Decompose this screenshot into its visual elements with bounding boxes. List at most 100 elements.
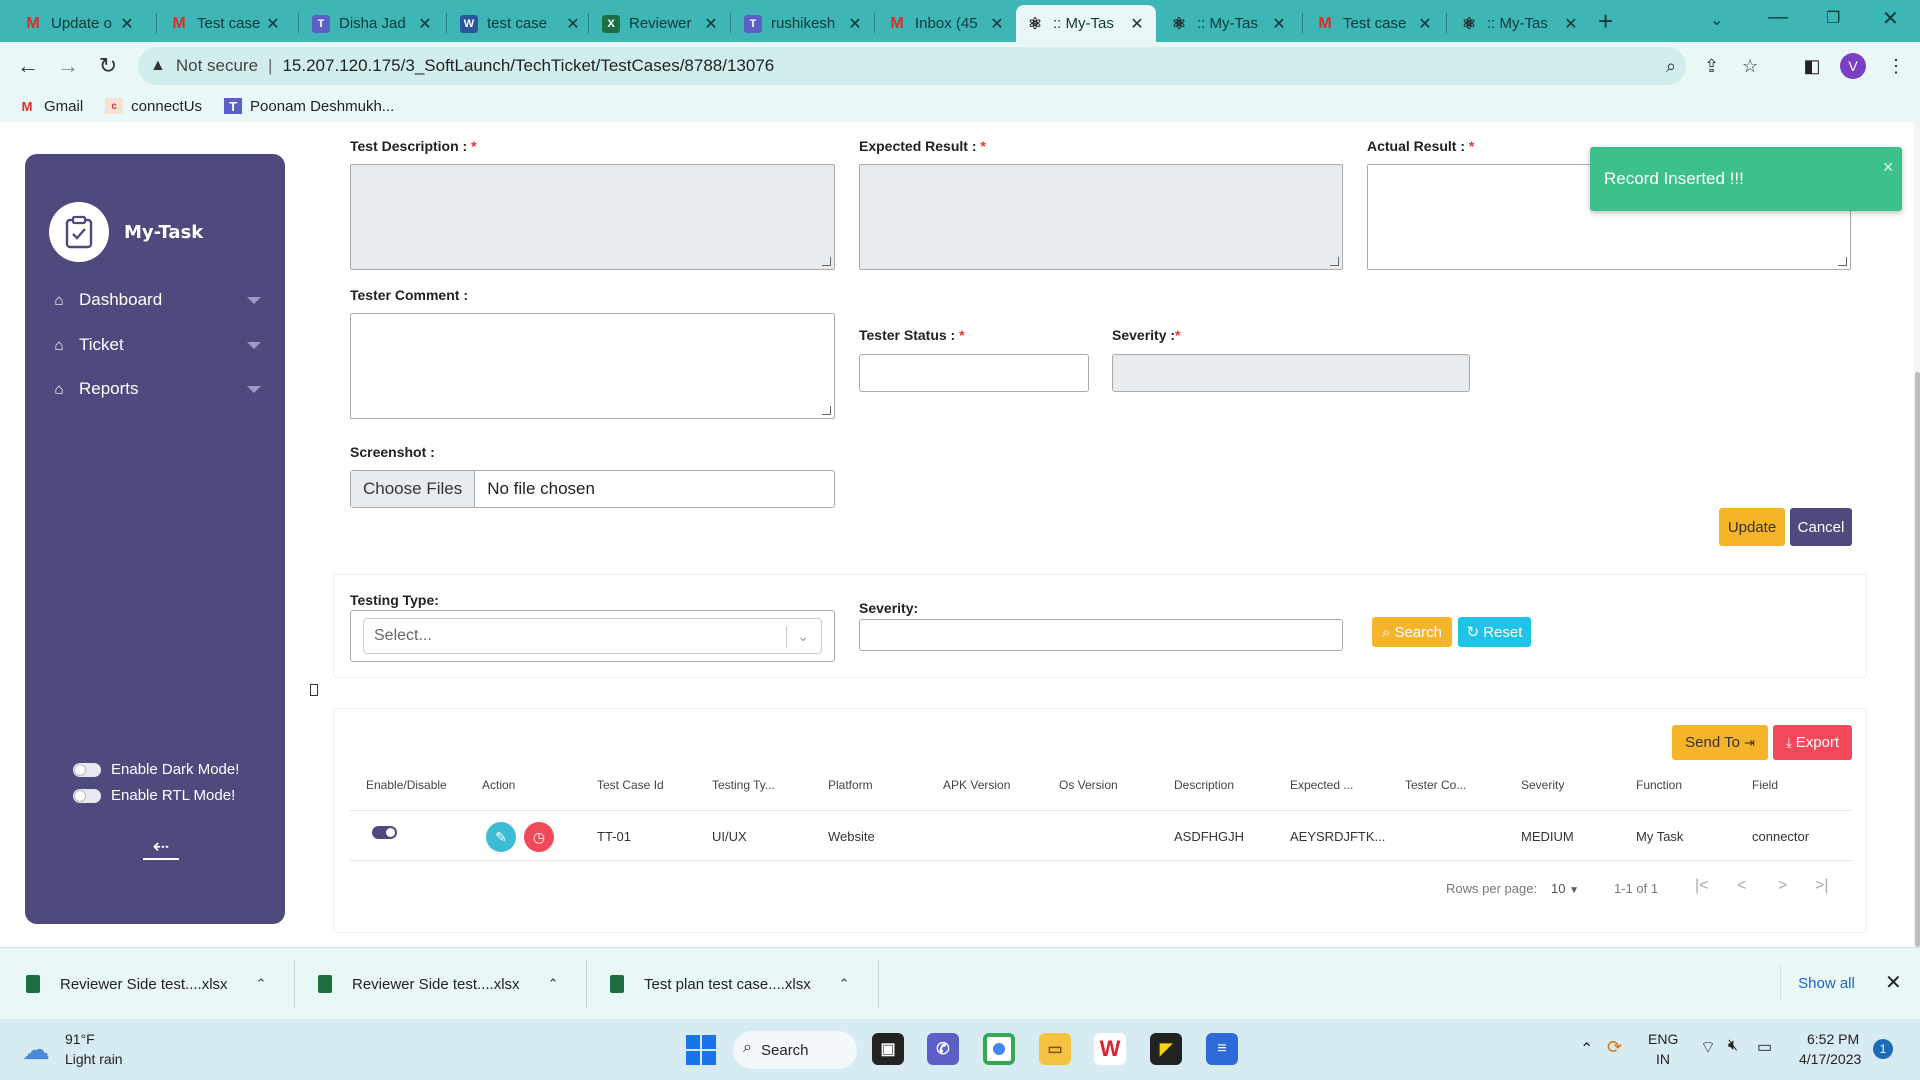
browser-tab[interactable]: T Disha Jad ✕ [302, 5, 444, 42]
bookmark-gmail[interactable]: M Gmail [18, 98, 84, 115]
chrome-icon[interactable] [983, 1033, 1015, 1065]
download-item[interactable]: Reviewer Side test....xlsx ⌃ [26, 962, 266, 1006]
address-bar[interactable]: ▲ Not secure | 15.207.120.175/3_SoftLaun… [138, 47, 1758, 85]
browser-tab[interactable]: T rushikesh ✕ [734, 5, 874, 42]
file-explorer-icon[interactable]: ▭ [1039, 1033, 1071, 1065]
close-icon[interactable]: ✕ [702, 14, 720, 34]
speaker-muted-icon[interactable]: 🔇︎ [1728, 1037, 1738, 1055]
close-icon[interactable]: ✕ [846, 14, 864, 34]
column-header[interactable]: Platform [828, 778, 873, 792]
wps-office-icon[interactable]: W [1094, 1033, 1126, 1065]
send-to-button[interactable]: Send To ⇥ [1672, 725, 1768, 760]
chevron-up-icon[interactable]: ⌃ [548, 976, 559, 992]
column-header[interactable]: Os Version [1059, 778, 1118, 792]
screenshot-file-input[interactable]: Choose Files No file chosen [350, 470, 835, 508]
scrollbar-thumb[interactable] [1915, 372, 1920, 947]
browser-tab[interactable]: M Update o ✕ [14, 5, 146, 42]
column-header[interactable]: Tester Co... [1405, 778, 1466, 792]
weather-description[interactable]: Light rain [65, 1051, 123, 1067]
severity-input[interactable] [1112, 354, 1470, 392]
column-header[interactable]: APK Version [943, 778, 1010, 792]
taskbar-search[interactable]: ⌕ Search [733, 1031, 857, 1069]
close-icon[interactable]: ✕ [1882, 159, 1894, 176]
browser-tab[interactable]: W test case ✕ [450, 5, 592, 42]
side-panel-icon[interactable]: ◧ [1796, 50, 1828, 82]
language-top[interactable]: ENG [1648, 1031, 1678, 1047]
chevron-up-icon[interactable]: ⌃ [839, 976, 850, 992]
sidebar-item-dashboard[interactable]: ⌂ Dashboard [49, 285, 265, 315]
sync-icon[interactable]: ⟳ [1607, 1037, 1622, 1058]
browser-tab[interactable]: M Test case ✕ [1306, 5, 1444, 42]
update-button[interactable]: Update [1719, 508, 1785, 546]
test-description-textarea[interactable] [350, 164, 835, 270]
close-icon[interactable]: ✕ [988, 14, 1006, 34]
reload-icon[interactable]: ↻ [92, 50, 124, 82]
column-header[interactable]: Testing Ty... [712, 778, 775, 792]
bookmark-star-icon[interactable]: ☆ [1742, 47, 1758, 85]
bookmark-poonam[interactable]: T Poonam Deshmukh... [224, 98, 394, 115]
rows-per-page-select[interactable]: 10 ▼ [1551, 881, 1579, 896]
column-header[interactable]: Description [1174, 778, 1234, 792]
close-icon[interactable]: ✕ [1270, 14, 1288, 34]
browser-tab[interactable]: M Test case ✕ [160, 5, 292, 42]
rtl-mode-toggle[interactable] [73, 788, 101, 803]
minimize-icon[interactable]: — [1768, 6, 1788, 29]
close-window-icon[interactable]: ✕ [1882, 6, 1899, 31]
browser-tab-active[interactable]: ⚛ :: My-Tas ✕ [1016, 5, 1156, 42]
testing-type-select[interactable]: Select... ⌄ [363, 618, 822, 654]
collapse-sidebar-icon[interactable]: ⇠ [143, 834, 179, 860]
share-icon[interactable]: ⇪ [1704, 47, 1719, 85]
browser-tab[interactable]: M Inbox (45 ✕ [878, 5, 1016, 42]
notification-badge[interactable]: 1 [1873, 1039, 1893, 1059]
teams-chat-icon[interactable]: ✆ [927, 1033, 959, 1065]
next-page-icon[interactable]: > [1778, 877, 1787, 895]
language-bottom[interactable]: IN [1656, 1051, 1670, 1067]
column-header[interactable]: Field [1752, 778, 1778, 792]
forward-arrow-icon[interactable]: → [52, 50, 84, 82]
wifi-icon[interactable]: ⌔ [1700, 1037, 1716, 1058]
chevron-up-icon[interactable]: ⌃ [1580, 1039, 1593, 1059]
column-header[interactable]: Function [1636, 778, 1682, 792]
browser-tab[interactable]: ⚛ :: My-Tas ✕ [1160, 5, 1298, 42]
battery-icon[interactable]: ▭ [1757, 1037, 1772, 1057]
sidebar-item-reports[interactable]: ⌂ Reports [49, 374, 265, 404]
close-icon[interactable]: ✕ [118, 14, 136, 34]
profile-avatar[interactable]: V [1840, 53, 1866, 79]
column-header[interactable]: Action [482, 778, 515, 792]
zoom-icon[interactable]: ⌕ [1666, 47, 1676, 85]
column-header[interactable]: Enable/Disable [366, 778, 447, 792]
restore-icon[interactable]: ❐ [1826, 8, 1840, 28]
clock-date[interactable]: 4/17/2023 [1799, 1051, 1861, 1067]
search-button[interactable]: ⌕ Search [1372, 617, 1452, 647]
sticky-notes-icon[interactable]: ◤ [1150, 1033, 1182, 1065]
history-icon[interactable]: ◷ [524, 822, 554, 852]
close-icon[interactable]: ✕ [564, 14, 582, 34]
browser-tab[interactable]: ⚛ :: My-Tas ✕ [1450, 5, 1590, 42]
previous-page-icon[interactable]: < [1737, 877, 1746, 895]
task-view-icon[interactable]: ▣ [872, 1033, 904, 1065]
enable-disable-toggle[interactable] [372, 826, 397, 839]
sidebar-item-ticket[interactable]: ⌂ Ticket [49, 330, 265, 360]
export-button[interactable]: ⤓ Export [1773, 725, 1852, 760]
dark-mode-toggle[interactable] [73, 762, 101, 777]
close-icon[interactable]: ✕ [1416, 14, 1434, 34]
column-header[interactable]: Test Case Id [597, 778, 664, 792]
choose-files-button[interactable]: Choose Files [351, 471, 476, 507]
last-page-icon[interactable]: >| [1815, 877, 1829, 895]
new-tab-plus-icon[interactable]: + [1598, 6, 1613, 37]
windows-start-icon[interactable] [686, 1035, 716, 1065]
download-item[interactable]: Reviewer Side test....xlsx ⌃ [318, 962, 558, 1006]
url-text[interactable]: 15.207.120.175/3_SoftLaunch/TechTicket/T… [282, 56, 774, 76]
close-icon[interactable]: ✕ [264, 14, 282, 34]
kebab-menu-icon[interactable]: ⋮ [1880, 50, 1912, 82]
close-icon[interactable]: ✕ [416, 14, 434, 34]
close-icon[interactable]: ✕ [1128, 14, 1146, 34]
cancel-button[interactable]: Cancel [1790, 508, 1852, 546]
expected-result-textarea[interactable] [859, 164, 1343, 270]
close-icon[interactable]: ✕ [1885, 970, 1902, 995]
show-all-button[interactable]: Show all [1780, 965, 1872, 1001]
first-page-icon[interactable]: |< [1695, 877, 1709, 895]
cloud-rain-icon[interactable]: ☁ [22, 1033, 50, 1066]
download-item[interactable]: Test plan test case....xlsx ⌃ [610, 962, 850, 1006]
tab-search-chevron-icon[interactable]: ⌄ [1710, 10, 1723, 30]
